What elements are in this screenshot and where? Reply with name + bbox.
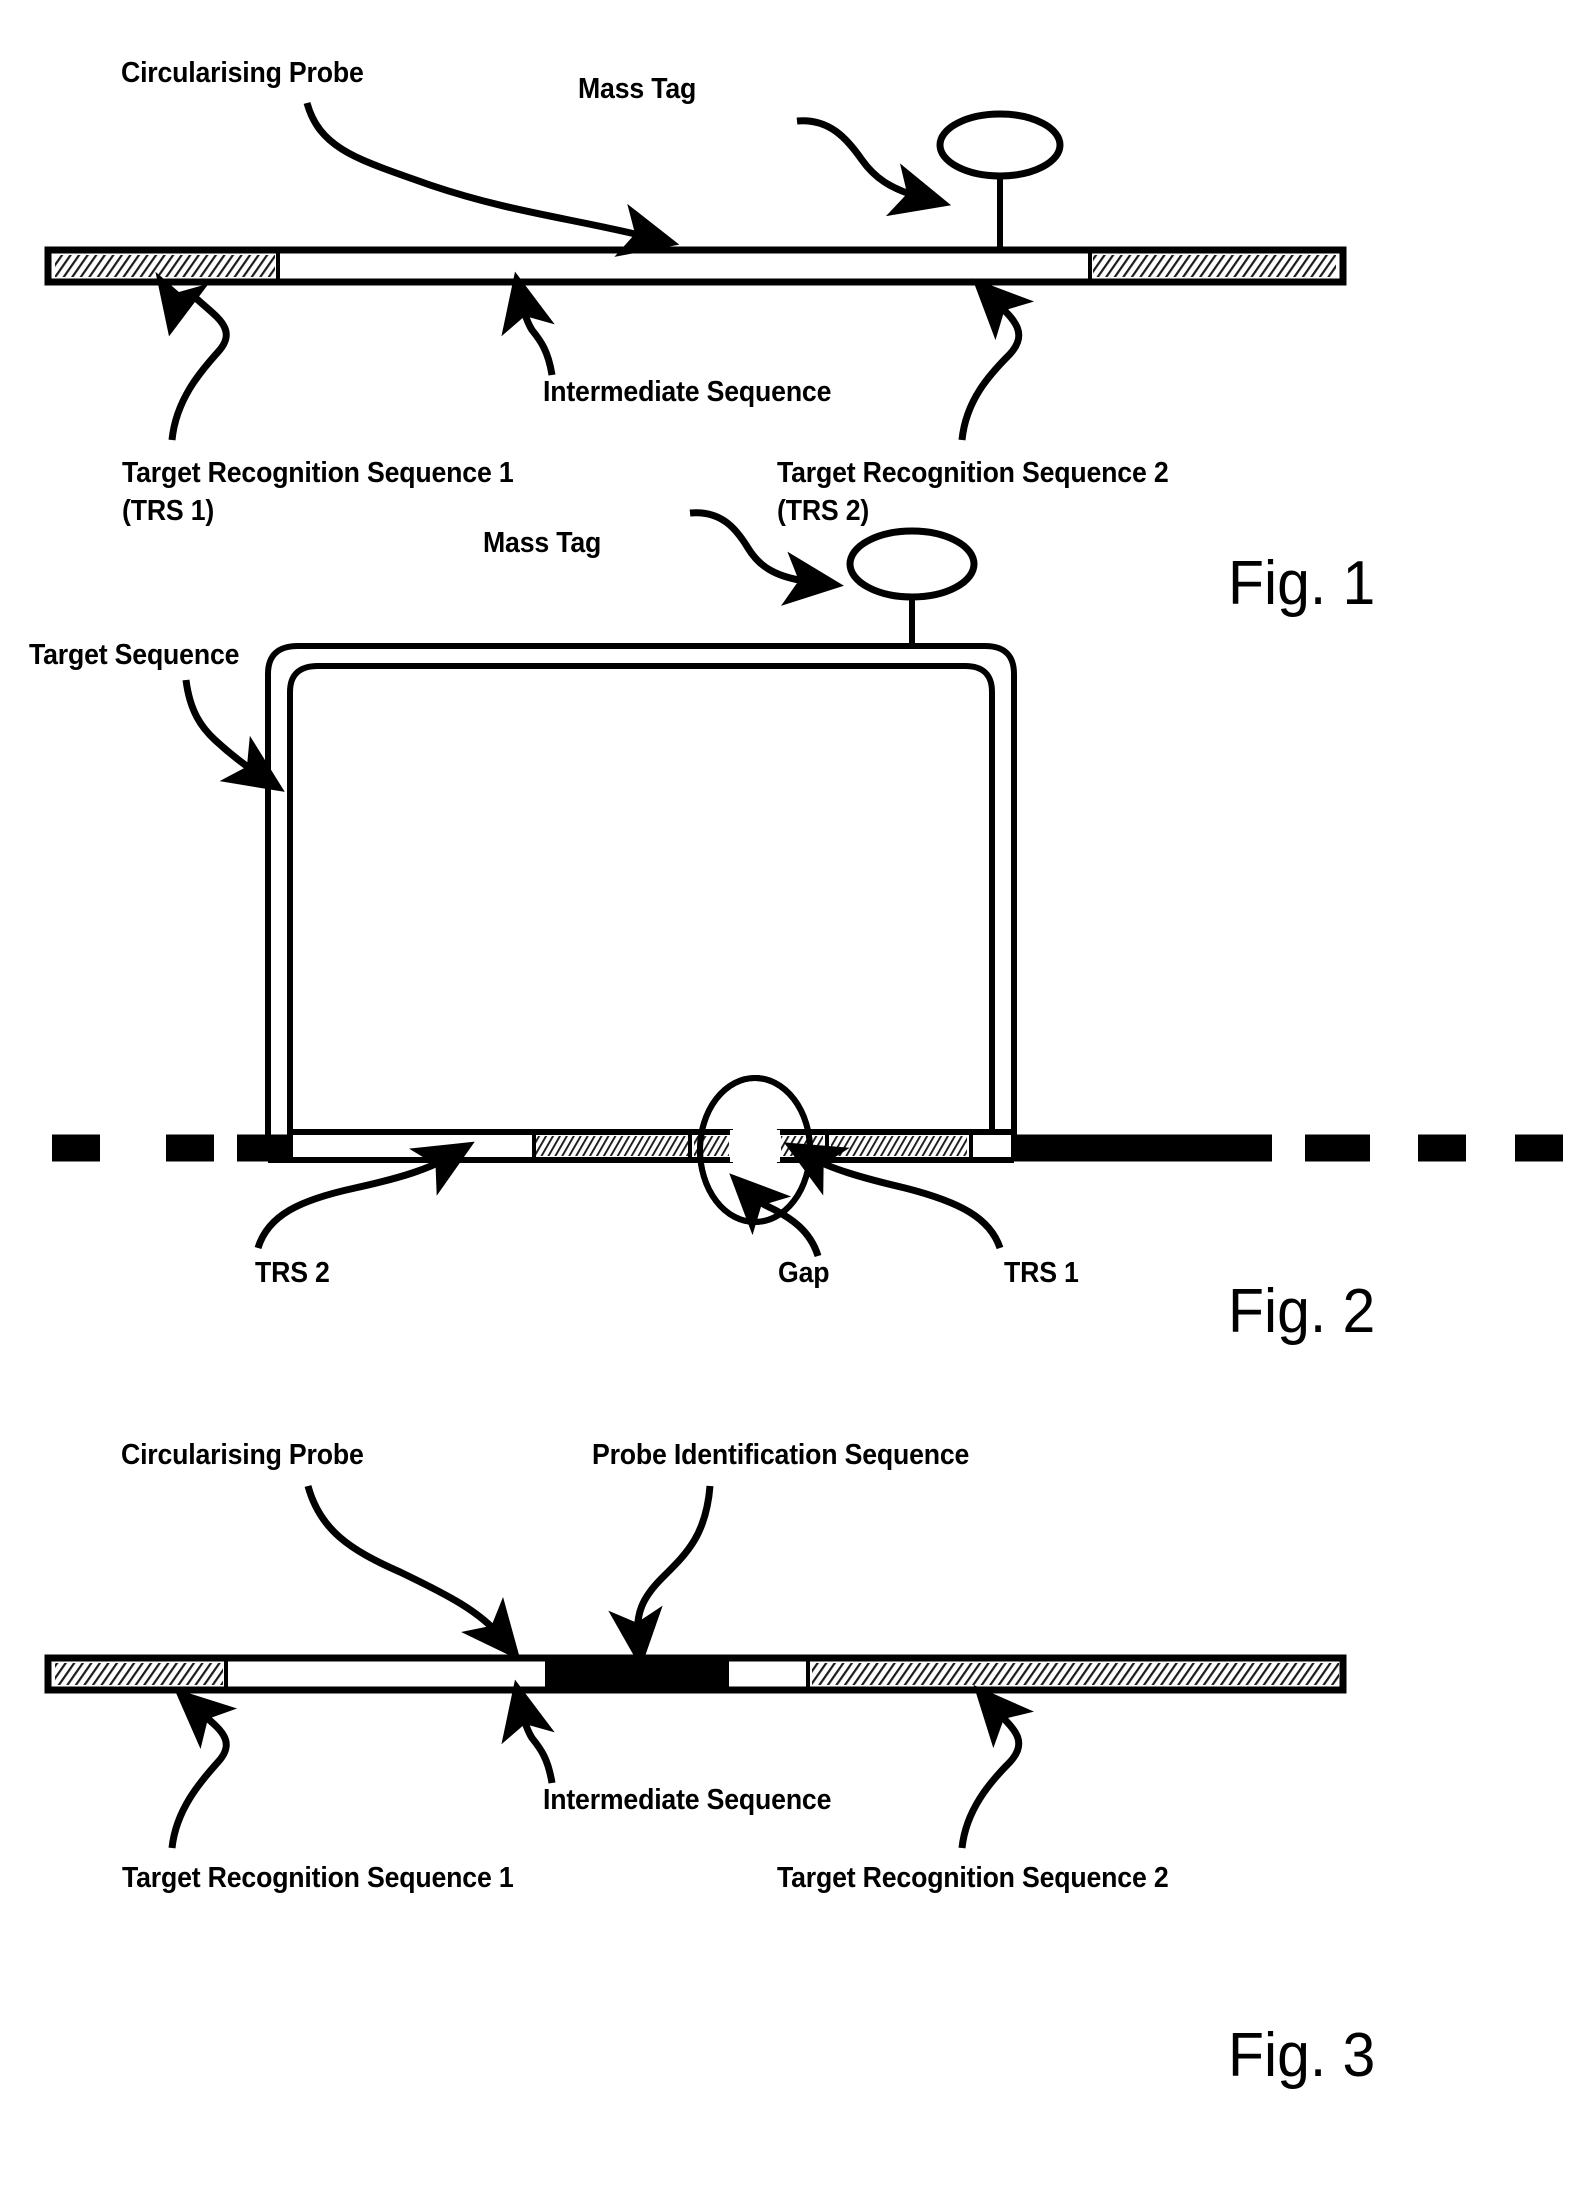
figure-2-graphics bbox=[52, 509, 1563, 1258]
mass-tag-fig1 bbox=[936, 110, 1064, 250]
figure-1-caption: Fig. 1 bbox=[1228, 549, 1376, 618]
label-circularising-probe-fig3: Circularising Probe bbox=[121, 1439, 364, 1471]
leader-mass-tag-fig1 bbox=[796, 117, 952, 217]
label-trs1-fig2: TRS 1 bbox=[1004, 1257, 1079, 1289]
leader-intermediate-sequence-fig3 bbox=[501, 1679, 556, 1784]
label-gap-fig2: Gap bbox=[778, 1257, 830, 1289]
figure-1: Circularising Probe Mass Tag Intermediat… bbox=[0, 0, 1579, 640]
leader-trs2-fig2 bbox=[254, 1141, 475, 1250]
label-trs1-line1-fig1: Target Recognition Sequence 1 bbox=[122, 457, 514, 489]
probe-bar-fig3 bbox=[44, 1654, 1347, 1694]
leader-trs2-fig1 bbox=[958, 278, 1035, 441]
leader-intermediate-sequence-fig1 bbox=[501, 271, 556, 376]
label-trs2-fig3: Target Recognition Sequence 2 bbox=[777, 1862, 1169, 1894]
figure-3-caption: Fig. 3 bbox=[1228, 2021, 1376, 2090]
figure-2: Mass Tag Target Sequence TRS 2 Gap TRS 1… bbox=[0, 509, 1579, 1346]
label-intermediate-sequence-fig1: Intermediate Sequence bbox=[543, 376, 832, 408]
patent-figure-sheet: Circularising Probe Mass Tag Intermediat… bbox=[0, 0, 1579, 2192]
label-probe-identification-sequence-fig3: Probe Identification Sequence bbox=[592, 1439, 970, 1471]
leader-target-sequence-fig2 bbox=[182, 679, 285, 792]
label-trs2-fig2: TRS 2 bbox=[255, 1257, 330, 1289]
leader-circularising-probe-fig3 bbox=[304, 1485, 521, 1661]
figure-1-graphics bbox=[44, 102, 1347, 441]
label-mass-tag-fig1: Mass Tag bbox=[578, 73, 697, 105]
label-trs1-fig3: Target Recognition Sequence 1 bbox=[122, 1862, 514, 1894]
circularised-probe-loop-fig2 bbox=[265, 643, 1017, 1163]
probe-bar-fig1 bbox=[44, 246, 1347, 286]
probe-bottom-arms-fig2 bbox=[287, 1128, 1017, 1164]
label-target-sequence-fig2: Target Sequence bbox=[29, 639, 240, 671]
label-trs2-line1-fig1: Target Recognition Sequence 2 bbox=[777, 457, 1169, 489]
label-intermediate-sequence-fig3: Intermediate Sequence bbox=[543, 1784, 832, 1816]
figure-3: Circularising Probe Probe Identification… bbox=[0, 1340, 1579, 2192]
leader-trs1-fig3 bbox=[168, 1688, 238, 1849]
leader-trs1-fig2 bbox=[783, 1142, 1004, 1250]
figure-2-caption: Fig. 2 bbox=[1228, 1277, 1376, 1346]
label-trs2-line2-fig1: (TRS 2) bbox=[777, 495, 870, 527]
label-mass-tag-fig2: Mass Tag bbox=[483, 527, 602, 559]
leader-trs1-fig1 bbox=[155, 271, 230, 441]
leader-probe-identification-sequence-fig3 bbox=[608, 1485, 714, 1669]
leader-gap-fig2 bbox=[729, 1173, 822, 1258]
leader-trs2-fig3 bbox=[958, 1685, 1035, 1849]
label-circularising-probe-fig1: Circularising Probe bbox=[121, 57, 364, 89]
leader-circularising-probe-fig1 bbox=[303, 102, 680, 257]
label-trs1-line2-fig1: (TRS 1) bbox=[122, 495, 215, 527]
